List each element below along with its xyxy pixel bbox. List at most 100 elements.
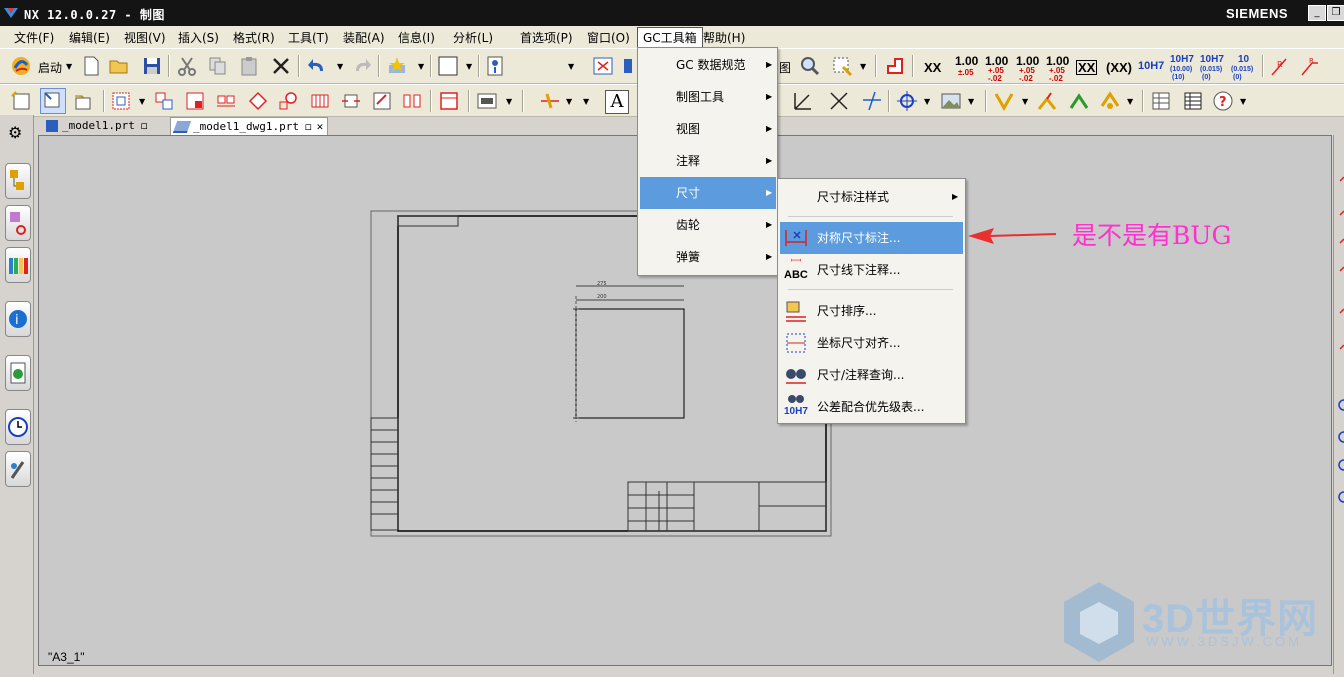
minimize-button[interactable]: _ <box>1308 5 1326 21</box>
menu-file[interactable]: 文件(F) <box>14 29 54 46</box>
gc-menu-drafting-tools[interactable]: 制图工具 ▶ <box>640 81 776 113</box>
open-sheet-icon[interactable] <box>72 90 94 112</box>
start-dropdown-icon[interactable]: ▼ <box>66 63 74 71</box>
start-icon[interactable] <box>10 55 32 77</box>
weld-symbol-icon[interactable] <box>993 90 1015 112</box>
cut-icon[interactable] <box>176 55 198 77</box>
assembly-navigator-icon[interactable] <box>5 163 31 199</box>
weld-dropdown-icon[interactable]: ▼ <box>1022 98 1030 106</box>
restore-button[interactable]: ❐ <box>1327 5 1344 21</box>
detail-view-icon[interactable] <box>184 90 206 112</box>
projected-view-icon[interactable] <box>153 90 175 112</box>
info-icon[interactable] <box>485 55 507 77</box>
gc-menu-view[interactable]: 视图 ▶ <box>640 113 776 145</box>
paste-icon[interactable] <box>238 55 260 77</box>
menu-analysis[interactable]: 分析(L) <box>453 29 493 46</box>
dim-xx[interactable]: XX <box>924 61 941 74</box>
symbol-dropdown-icon[interactable]: ▼ <box>1127 98 1135 106</box>
base-view-dropdown-icon[interactable]: ▼ <box>139 98 147 106</box>
gc-menu-dimension[interactable]: 尺寸 ▶ <box>640 177 776 209</box>
half-section-icon[interactable] <box>247 90 269 112</box>
menu-info[interactable]: 信息(I) <box>398 29 435 46</box>
gc-menu-data-spec[interactable]: GC 数据规范 ▶ <box>640 49 776 81</box>
rectangle-icon[interactable] <box>437 55 459 77</box>
centermark-icon[interactable] <box>896 90 918 112</box>
query-dropdown-icon[interactable]: ▼ <box>1240 98 1248 106</box>
dimension-options-icon[interactable]: ▼ <box>583 98 591 106</box>
undo-icon[interactable] <box>306 55 328 77</box>
broken-view-icon[interactable] <box>277 90 299 112</box>
redo-icon[interactable] <box>351 55 373 77</box>
pan-icon[interactable] <box>831 55 853 77</box>
rectangle-dropdown-icon[interactable]: ▼ <box>466 63 474 71</box>
web-browser-icon[interactable]: i <box>5 301 31 337</box>
zoom-icon[interactable] <box>799 55 821 77</box>
break-out-icon[interactable] <box>309 90 331 112</box>
menu-insert[interactable]: 插入(S) <box>178 29 219 46</box>
display-sheet-icon[interactable] <box>40 88 66 114</box>
view-dropdown-icon[interactable]: ▼ <box>860 63 868 71</box>
reuse-library-icon[interactable] <box>5 247 31 283</box>
menu-view[interactable]: 视图(V) <box>124 29 166 46</box>
start-label[interactable]: 启动 <box>38 59 62 76</box>
datum-target-icon[interactable] <box>1068 90 1090 112</box>
tabular-note-icon[interactable] <box>1182 90 1204 112</box>
radius-icon[interactable]: R <box>1268 55 1290 77</box>
table-layout-icon[interactable] <box>476 90 498 112</box>
gc-menu-spring[interactable]: 弹簧 ▶ <box>640 241 776 273</box>
centermark-dropdown-icon[interactable]: ▼ <box>924 98 932 106</box>
dimension-dropdown-icon[interactable]: ▼ <box>566 98 574 106</box>
part-navigator-icon[interactable] <box>5 205 31 241</box>
system-materials-icon[interactable] <box>5 451 31 487</box>
menu-preferences[interactable]: 首选项(P) <box>520 29 573 46</box>
menu-gc-toolbox[interactable]: GC工具箱 <box>637 27 703 48</box>
save-icon[interactable] <box>141 55 163 77</box>
tab-model1[interactable]: _model1.prt ◻ <box>38 117 168 135</box>
dim-menu-style[interactable]: 尺寸标注样式 ▶ <box>780 181 963 213</box>
tab-model1-dwg1[interactable]: _model1_dwg1.prt ◻ ✕ <box>170 117 328 135</box>
fit-10h7[interactable]: 10H7 <box>1138 61 1164 72</box>
dim-1[interactable]: 1.00 <box>955 55 978 67</box>
undo-dropdown-icon[interactable]: ▼ <box>337 63 345 71</box>
fit-10h7-limits[interactable]: 10H7 <box>1170 55 1194 65</box>
coordinate-icon[interactable] <box>792 90 814 112</box>
dim-xx-reference[interactable]: (XX) <box>1106 61 1132 74</box>
view-update-icon[interactable] <box>340 90 362 112</box>
menu-tools[interactable]: 工具(T) <box>288 29 329 46</box>
cross-lines-icon[interactable] <box>828 90 850 112</box>
history-palette-icon[interactable] <box>5 355 31 391</box>
section-view-icon[interactable] <box>215 90 237 112</box>
table-dropdown-icon[interactable]: ▼ <box>506 98 514 106</box>
base-view-icon[interactable] <box>110 90 132 112</box>
dim-10-tolerance[interactable]: 10 <box>1238 55 1249 65</box>
gc-menu-gear[interactable]: 齿轮 ▶ <box>640 209 776 241</box>
new-file-icon[interactable] <box>80 55 102 77</box>
copy-icon[interactable] <box>207 55 229 77</box>
image-dropdown-icon[interactable]: ▼ <box>968 98 976 106</box>
menu-edit[interactable]: 编辑(E) <box>69 29 110 46</box>
radius-label-icon[interactable]: R <box>1298 55 1320 77</box>
history-clock-icon[interactable] <box>5 409 31 445</box>
sheet-border-icon[interactable] <box>438 90 460 112</box>
intersection-icon[interactable] <box>861 90 883 112</box>
gc-menu-annotation[interactable]: 注释 ▶ <box>640 145 776 177</box>
update-dropdown-icon[interactable]: ▼ <box>418 63 426 71</box>
id-symbol-icon[interactable] <box>1099 90 1121 112</box>
surface-symbol-icon[interactable] <box>1036 90 1058 112</box>
drafting-frame-icon[interactable] <box>884 55 906 77</box>
menu-help[interactable]: 帮助(H) <box>703 29 745 46</box>
edit-view-icon[interactable] <box>371 90 393 112</box>
new-sheet-icon[interactable] <box>10 90 32 112</box>
settings-gear-icon[interactable]: ⚙ <box>8 123 22 142</box>
dim-xx-boxed[interactable]: XX <box>1076 60 1098 75</box>
fit-view-icon[interactable] <box>592 55 614 77</box>
help-query-icon[interactable]: ? <box>1212 90 1234 112</box>
menu-assembly[interactable]: 装配(A) <box>343 29 385 46</box>
image-icon[interactable] <box>940 90 962 112</box>
tab-close-icon[interactable]: ✕ <box>317 120 324 133</box>
open-folder-icon[interactable] <box>108 55 130 77</box>
text-tool-icon[interactable]: A <box>605 90 629 114</box>
delete-icon[interactable] <box>270 55 292 77</box>
menu-window[interactable]: 窗口(O) <box>587 29 630 46</box>
toolbar-overflow-icon[interactable]: ▼ <box>568 63 576 71</box>
